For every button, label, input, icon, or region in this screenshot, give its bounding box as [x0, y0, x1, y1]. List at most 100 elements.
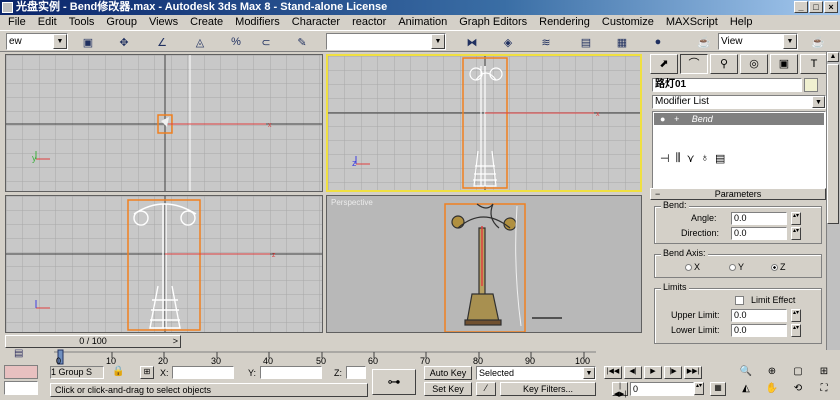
direction-spinner[interactable]: ▴▾: [791, 227, 801, 240]
y-coordinate-field[interactable]: [260, 366, 322, 379]
lightbulb-icon[interactable]: ●: [660, 114, 665, 124]
view-dropdown[interactable]: View ▼: [718, 33, 798, 50]
z-coordinate-field[interactable]: [346, 366, 366, 379]
key-filters-button[interactable]: Key Filters...: [500, 382, 596, 396]
zoom-icon[interactable]: 🔍: [734, 366, 758, 381]
menu-views[interactable]: Views: [143, 15, 184, 29]
named-selection-dropdown[interactable]: ▼: [326, 33, 446, 50]
menu-file[interactable]: File: [2, 15, 32, 29]
radio-x[interactable]: [685, 264, 692, 272]
motion-tab[interactable]: ◎: [740, 54, 768, 74]
direction-field[interactable]: 0.0: [731, 227, 787, 240]
make-unique-icon[interactable]: ⋎: [687, 152, 695, 170]
zoom-extents-all-icon[interactable]: ⊞: [812, 366, 836, 381]
modifier-list-dropdown[interactable]: Modifier List ▼: [652, 95, 826, 109]
object-name-field[interactable]: 路灯01: [652, 78, 802, 92]
select-and-move-icon[interactable]: ◬: [190, 33, 210, 51]
percent-snap-icon[interactable]: %: [226, 33, 246, 51]
menu-edit[interactable]: Edit: [32, 15, 63, 29]
radio-z[interactable]: [771, 264, 778, 272]
app-icon[interactable]: [2, 2, 13, 13]
create-tab[interactable]: ⬈: [650, 54, 678, 74]
maximize-viewport-icon[interactable]: ⛶: [812, 383, 836, 398]
track-bar-menu-icon[interactable]: ▤: [14, 348, 28, 362]
limit-effect-checkbox[interactable]: [735, 296, 744, 305]
quick-render-icon[interactable]: ☕: [808, 33, 828, 51]
upper-limit-field[interactable]: 0.0: [731, 309, 787, 322]
menu-customize[interactable]: Customize: [596, 15, 660, 29]
viewport-perspective[interactable]: Perspective: [326, 195, 642, 333]
absolute-mode-icon[interactable]: ⊞: [140, 366, 154, 379]
lock-icon[interactable]: 🔒: [112, 366, 124, 377]
schematic-view-icon[interactable]: ▦: [612, 33, 632, 51]
auto-key-button[interactable]: Auto Key: [424, 366, 472, 380]
render-scene-icon[interactable]: ☕: [694, 33, 714, 51]
menu-graph-editors[interactable]: Graph Editors: [453, 15, 533, 29]
pin-stack-icon[interactable]: ⊣: [660, 152, 670, 170]
menu-character[interactable]: Character: [286, 15, 346, 29]
mirror-icon[interactable]: ⧓: [462, 33, 482, 51]
current-frame-field[interactable]: 0: [630, 382, 694, 396]
modify-tab[interactable]: ⌒: [680, 54, 708, 74]
zoom-all-icon[interactable]: ⊕: [760, 366, 784, 381]
angle-field[interactable]: 0.0: [731, 212, 787, 225]
configure-sets-icon[interactable]: ▤: [715, 152, 725, 170]
show-end-result-icon[interactable]: ⫼: [676, 152, 681, 170]
object-color-swatch[interactable]: [804, 78, 818, 92]
menu-help[interactable]: Help: [724, 15, 759, 29]
angle-snap-icon[interactable]: ∠: [152, 33, 172, 51]
menu-rendering[interactable]: Rendering: [533, 15, 596, 29]
remove-modifier-icon[interactable]: ♁: [701, 152, 709, 170]
menu-reactor[interactable]: reactor: [346, 15, 392, 29]
upper-limit-spinner[interactable]: ▴▾: [791, 309, 801, 322]
track-bar[interactable]: 0 10 20 30 40 50 60 70 80 90 100: [54, 348, 596, 368]
align-icon[interactable]: ◈: [498, 33, 518, 51]
key-mode-icon[interactable]: ⊶: [372, 369, 416, 395]
maxscript-listener-white[interactable]: [4, 381, 38, 395]
x-coordinate-field[interactable]: [172, 366, 234, 379]
select-by-name-icon[interactable]: ✥: [114, 33, 134, 51]
set-key-button[interactable]: Set Key: [424, 382, 472, 396]
display-tab[interactable]: ▣: [770, 54, 798, 74]
spinner-snap-icon[interactable]: ⊂: [256, 33, 276, 51]
frame-spinner[interactable]: ▴▾: [694, 382, 704, 395]
selection-filter-dropdown[interactable]: ew ▼: [6, 33, 68, 50]
go-to-start-icon[interactable]: |◀◀: [604, 366, 622, 379]
default-tangent-icon[interactable]: ⁄: [476, 382, 496, 396]
menu-maxscript[interactable]: MAXScript: [660, 15, 724, 29]
menu-tools[interactable]: Tools: [63, 15, 101, 29]
utilities-tab[interactable]: T: [800, 54, 828, 74]
field-of-view-icon[interactable]: ◭: [734, 383, 758, 398]
next-frame-icon[interactable]: |▶: [664, 366, 682, 379]
previous-frame-icon[interactable]: ◀|: [624, 366, 642, 379]
close-button[interactable]: ×: [824, 1, 838, 13]
edit-named-selection-icon[interactable]: ✎: [292, 33, 312, 51]
time-slider[interactable]: 0 / 100 >: [5, 335, 181, 348]
hierarchy-tab[interactable]: ⚲: [710, 54, 738, 74]
stack-item-bend[interactable]: ● + Bend: [654, 113, 824, 125]
play-icon[interactable]: ▶: [644, 366, 662, 379]
menu-modifiers[interactable]: Modifiers: [229, 15, 286, 29]
minimize-button[interactable]: _: [794, 1, 808, 13]
axis-option-y[interactable]: Y: [729, 262, 744, 272]
viewport-top[interactable]: x y: [5, 54, 323, 192]
zoom-extents-icon[interactable]: ▢: [786, 366, 810, 381]
menu-animation[interactable]: Animation: [392, 15, 453, 29]
maxscript-listener-pink[interactable]: [4, 365, 38, 379]
angle-spinner[interactable]: ▴▾: [791, 212, 801, 225]
key-set-dropdown[interactable]: Selected ▼: [476, 366, 596, 380]
expand-icon[interactable]: +: [674, 114, 679, 124]
layer-manager-icon[interactable]: ≋: [536, 33, 556, 51]
time-configuration-icon[interactable]: ▦: [710, 382, 726, 396]
maximize-button[interactable]: □: [809, 1, 823, 13]
radio-y[interactable]: [729, 264, 736, 272]
command-panel-scrollbar[interactable]: ▲: [826, 52, 840, 350]
menu-create[interactable]: Create: [184, 15, 229, 29]
arc-rotate-icon[interactable]: ⟲: [786, 383, 810, 398]
viewport-front[interactable]: x z: [326, 54, 642, 192]
select-object-icon[interactable]: ▣: [78, 33, 98, 51]
parameters-rollout-header[interactable]: − Parameters: [650, 188, 826, 200]
axis-option-x[interactable]: X: [685, 262, 700, 272]
material-editor-icon[interactable]: ●: [648, 33, 668, 51]
scroll-thumb[interactable]: [827, 64, 839, 224]
